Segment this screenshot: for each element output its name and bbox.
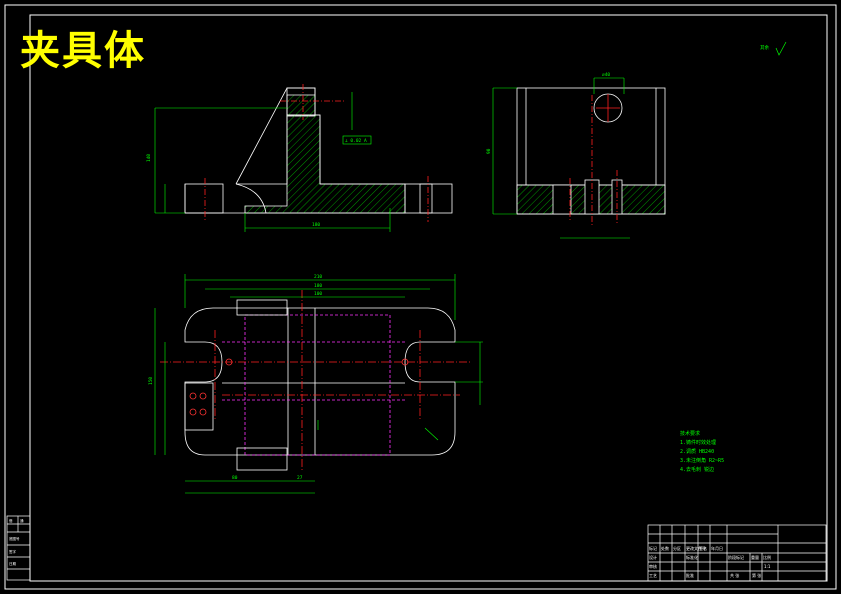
dim-front-height: 140 — [146, 154, 152, 162]
stamp-1: 借 — [9, 518, 13, 523]
tb-r3-c1: 审核 — [649, 563, 657, 569]
tb-r2-c5: 阶段标记 — [728, 554, 744, 560]
dim-side-height: 90 — [486, 148, 492, 154]
tb-r3-c7: 1:1 — [764, 564, 771, 569]
tb-r2-c1: 设计 — [649, 554, 657, 560]
note-item-4: 4.去毛刺 锐边 — [680, 467, 715, 473]
dim-top-depth: 150 — [148, 377, 154, 385]
dim-front-base: 180 — [312, 222, 320, 228]
notes-heading: 技术要求 — [680, 431, 701, 437]
inner-frame — [29, 14, 828, 582]
side-view — [492, 77, 666, 239]
dim-side-bore: ⌀40 — [602, 72, 610, 78]
dim-top-right-offset: 27 — [297, 475, 303, 481]
tb-r2-c6: 重量 — [751, 554, 759, 560]
tb-r1-c2: 处数 — [661, 545, 669, 551]
stamp-3: 底图号 — [9, 536, 20, 541]
tb-r4-c3: 批准 — [686, 572, 694, 578]
tb-r1-c5: 签名 — [699, 545, 707, 551]
dim-tolerance-frame: ⊥ 0.02 A — [345, 138, 367, 144]
dim-top-inner: 180 — [314, 283, 322, 289]
top-view — [154, 274, 483, 494]
front-view — [154, 84, 453, 232]
tb-r4-c1: 工艺 — [649, 573, 657, 578]
roughness-note: 其余 — [760, 44, 769, 51]
tb-r1-c6: 年月日 — [711, 545, 723, 551]
outer-border — [4, 4, 837, 590]
side-stamp-block — [6, 515, 31, 581]
dim-top-overall: 210 — [314, 274, 322, 280]
tb-r2-c7: 比例 — [763, 554, 771, 560]
tb-r4-c5: 共 张 — [730, 572, 739, 578]
stamp-2: 通 — [20, 518, 24, 523]
note-item-3: 3.未注倒角 R2~R5 — [680, 458, 725, 464]
note-item-1: 1.铸件时效处理 — [680, 440, 717, 446]
dim-top-left-offset: 80 — [232, 475, 238, 481]
stamp-4: 签字 — [9, 549, 16, 554]
tb-r2-c3: 标准化 — [686, 554, 698, 560]
note-item-2: 2.调质 HB240 — [680, 449, 715, 455]
roughness-symbol — [775, 41, 787, 56]
dim-top-slot: 100 — [314, 291, 322, 297]
tb-r1-c3: 分区 — [673, 545, 681, 551]
drawing-title: 夹具体 — [20, 28, 146, 74]
technical-requirements: 技术要求 1.铸件时效处理 2.调质 HB240 3.未注倒角 R2~R5 4.… — [680, 430, 724, 475]
stamp-5: 日期 — [9, 561, 16, 566]
tb-r4-c6: 第 张 — [752, 572, 761, 578]
drawing-canvas: 140 180 210 180 100 150 80 27 ⌀40 90 ⊥ 0… — [4, 4, 837, 590]
tb-r1-c1: 标记 — [649, 545, 657, 551]
